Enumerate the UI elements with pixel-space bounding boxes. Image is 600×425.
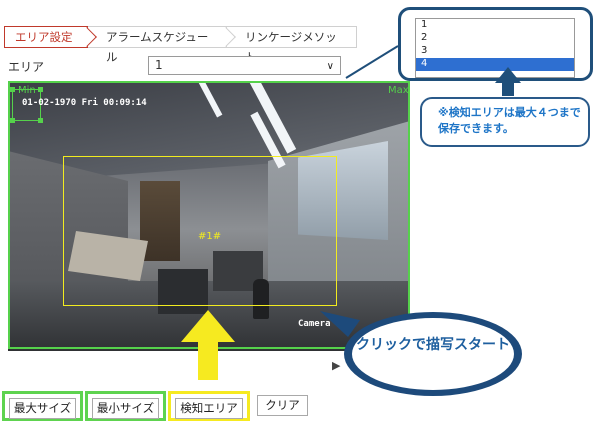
callout-body: クリックで描写スタート	[352, 318, 514, 390]
dropdown-option[interactable]: 1	[416, 19, 574, 32]
area-select[interactable]: 1 ∨	[148, 56, 341, 75]
detect-area-button[interactable]: 検知エリア	[175, 398, 243, 419]
area-label: エリア	[8, 60, 45, 74]
osd-timestamp: 01-02-1970 Fri 00:09:14	[22, 98, 147, 108]
highlight-box: 最大サイズ	[2, 391, 83, 421]
highlight-box: 最小サイズ	[85, 391, 166, 421]
max-regions-note: ※検知エリアは最大４つまで保存できます。	[420, 97, 590, 147]
tab-label: エリア設定	[15, 30, 73, 44]
max-region-tag: Max	[388, 85, 409, 96]
click-callout: クリックで描写スタート	[344, 312, 522, 396]
resize-handle[interactable]	[10, 118, 15, 123]
resize-handle[interactable]	[10, 87, 15, 92]
tab-area-settings[interactable]: エリア設定	[4, 26, 97, 48]
connector-line	[345, 45, 399, 79]
camera-icon[interactable]: ▶	[332, 359, 340, 372]
chevron-down-icon: ∨	[326, 61, 334, 72]
resize-handle[interactable]	[38, 87, 43, 92]
clear-button[interactable]: クリア	[257, 395, 308, 416]
up-arrow-icon	[495, 67, 521, 83]
up-arrow-icon	[181, 310, 235, 342]
dropdown-option[interactable]: 3	[416, 45, 574, 58]
tab-linkage-method[interactable]: リンケージメソット	[227, 26, 357, 64]
callout-text: クリックで描写スタート	[356, 337, 510, 353]
dropdown-option[interactable]: 2	[416, 32, 574, 45]
highlight-box: 検知エリア	[168, 391, 250, 421]
tab-alarm-schedule[interactable]: アラームスケジュール	[88, 26, 236, 64]
up-arrow-stem	[198, 340, 218, 380]
area-select-value: 1	[155, 58, 163, 72]
min-size-button[interactable]: 最小サイズ	[92, 398, 159, 419]
up-arrow-stem	[502, 82, 514, 96]
resize-handle[interactable]	[38, 118, 43, 123]
tab-bar: エリア設定 アラームスケジュール リンケージメソット	[4, 26, 357, 64]
max-size-button[interactable]: 最大サイズ	[9, 398, 76, 419]
detection-region-id: #1#	[198, 231, 222, 242]
